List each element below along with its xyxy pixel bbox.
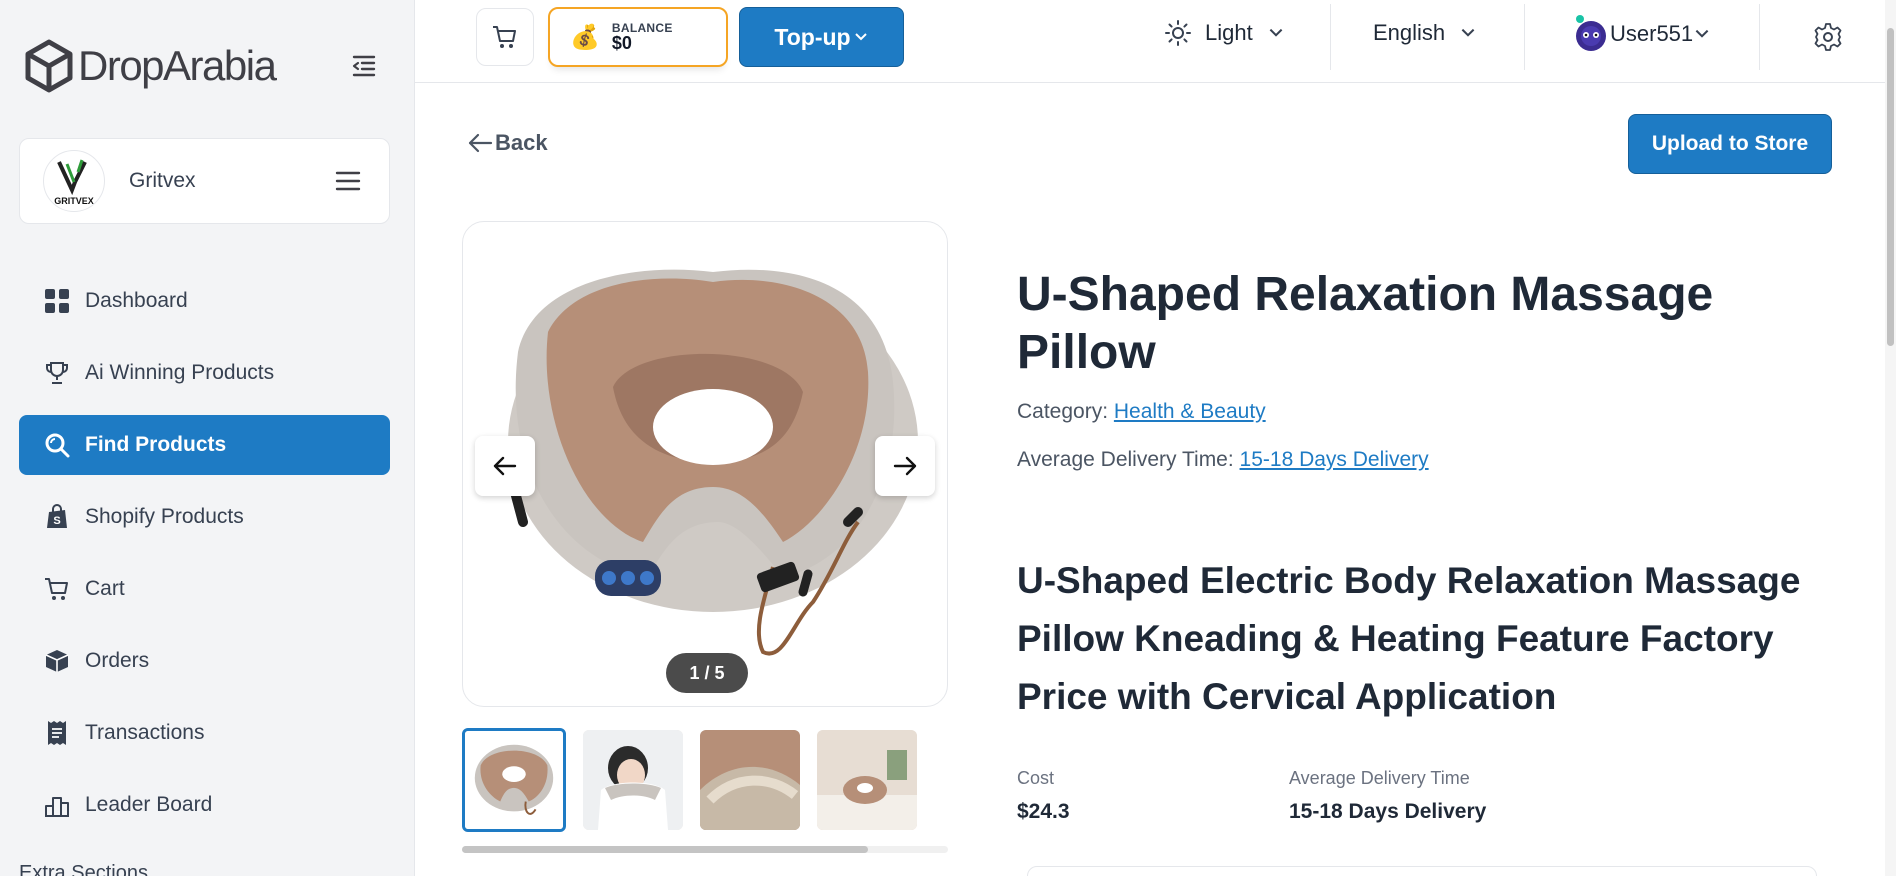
sidebar-item-label: Leader Board: [85, 793, 213, 816]
gritvex-logo-icon: GRITVEX: [54, 159, 94, 206]
cube-logo-icon: [25, 39, 73, 93]
sidebar-item-find-products[interactable]: Find Products: [19, 415, 390, 475]
sidebar-nav: Dashboard Ai Winning Products Find Produ…: [19, 271, 390, 847]
language-label: English: [1373, 20, 1446, 45]
user-label: User551: [1610, 21, 1694, 46]
header-divider: [1759, 4, 1760, 70]
theme-label: Light: [1205, 20, 1253, 45]
arrow-left-icon: [493, 456, 517, 476]
thumbnail-1[interactable]: [462, 728, 566, 832]
brand-logo[interactable]: DropArabia: [24, 38, 277, 94]
category-link[interactable]: Health & Beauty: [1114, 400, 1266, 423]
cost-label: Cost: [1017, 768, 1055, 788]
store-avatar: GRITVEX: [43, 150, 105, 212]
sidebar-item-label: Transactions: [85, 721, 205, 744]
thumbnail-2[interactable]: [583, 730, 683, 830]
language-selector[interactable]: English: [1373, 20, 1477, 46]
arrow-right-icon: [893, 456, 917, 476]
header-divider: [1330, 4, 1331, 70]
shopify-bag-icon: S: [43, 503, 71, 531]
thumbnail-scrollbar[interactable]: [462, 846, 948, 853]
topup-label: Top-up: [774, 23, 851, 50]
extra-sections-heading: Extra Sections: [19, 862, 148, 876]
receipt-icon: [43, 719, 71, 747]
thumbnail-3[interactable]: [700, 730, 800, 830]
sidebar-item-label: Shopify Products: [85, 505, 244, 528]
sidebar-item-label: Ai Winning Products: [85, 361, 275, 384]
avg-delivery-value: 15-18 Days Delivery: [1289, 800, 1487, 823]
topup-button[interactable]: Top-up: [739, 7, 904, 67]
main-content: Back Upload to Store 1 / 5 U-Shaped Rela…: [415, 84, 1885, 876]
back-link[interactable]: Back: [467, 130, 548, 156]
image-counter: 1 / 5: [666, 653, 748, 693]
header-cart-button[interactable]: [476, 8, 534, 66]
top-header: 💰 BALANCE $0 Top-up Light English User55…: [415, 0, 1896, 83]
app: DropArabia GRITVEX Gritvex Dashboard Ai …: [0, 0, 1896, 876]
delivery-link[interactable]: 15-18 Days Delivery: [1240, 448, 1429, 471]
cart-icon: [43, 575, 71, 603]
chevron-down-icon: [854, 33, 867, 41]
arrow-left-icon: [468, 133, 493, 153]
balance-amount: $0: [611, 32, 632, 53]
brand-name: DropArabia: [78, 42, 277, 89]
sidebar-item-leader-board[interactable]: Leader Board: [19, 775, 390, 835]
chevron-down-icon: [1461, 28, 1475, 37]
box-icon: [43, 647, 71, 675]
user-avatar-icon: [1576, 15, 1606, 51]
category-row: Category: Health & Beauty: [1017, 400, 1266, 424]
chevron-down-icon: [1695, 29, 1709, 38]
header-divider: [1524, 4, 1525, 70]
sidebar-item-label: Dashboard: [85, 289, 188, 312]
delivery-row: Average Delivery Time: 15-18 Days Delive…: [1017, 448, 1429, 472]
product-title: U-Shaped Relaxation Massage Pillow: [1017, 268, 1714, 379]
upload-to-store-button[interactable]: Upload to Store: [1628, 114, 1832, 174]
options-card: [1027, 866, 1817, 876]
gallery-prev-button[interactable]: [475, 436, 535, 496]
sidebar-item-dashboard[interactable]: Dashboard: [19, 271, 390, 331]
hamburger-menu-icon[interactable]: [335, 171, 361, 191]
trophy-icon: [43, 359, 71, 387]
collapse-sidebar-icon[interactable]: [350, 52, 378, 80]
money-bag-icon: 💰: [570, 23, 600, 51]
thumbnail-strip: [462, 728, 934, 832]
theme-selector[interactable]: Light: [1165, 20, 1285, 46]
sidebar-item-ai-winning-products[interactable]: Ai Winning Products: [19, 343, 390, 403]
avg-delivery-label: Average Delivery Time: [1289, 768, 1470, 788]
sidebar: DropArabia GRITVEX Gritvex Dashboard Ai …: [0, 0, 415, 876]
svg-text:GRITVEX: GRITVEX: [54, 196, 94, 206]
product-image-gallery: 1 / 5: [462, 221, 948, 707]
sidebar-item-label: Orders: [85, 649, 150, 672]
sidebar-item-label: Find Products: [85, 433, 227, 456]
sun-icon: [1165, 20, 1191, 46]
settings-gear-icon[interactable]: [1813, 22, 1843, 52]
svg-text:S: S: [53, 515, 60, 527]
sidebar-item-shopify-products[interactable]: S Shopify Products: [19, 487, 390, 547]
store-card[interactable]: GRITVEX Gritvex: [19, 138, 390, 224]
search-icon: [43, 431, 71, 459]
page-scrollbar[interactable]: [1885, 0, 1896, 876]
thumbnail-4[interactable]: [817, 730, 917, 830]
user-menu[interactable]: User551: [1572, 14, 1711, 54]
category-label: Category:: [1017, 400, 1109, 423]
balance-widget[interactable]: 💰 BALANCE $0: [548, 7, 728, 67]
cost-value: $24.3: [1017, 800, 1070, 823]
sidebar-item-cart[interactable]: Cart: [19, 559, 390, 619]
sidebar-item-orders[interactable]: Orders: [19, 631, 390, 691]
delivery-label: Average Delivery Time:: [1017, 448, 1234, 471]
cart-icon: [493, 26, 516, 48]
sidebar-item-label: Cart: [85, 577, 125, 600]
sidebar-item-transactions[interactable]: Transactions: [19, 703, 390, 763]
chevron-down-icon: [1269, 28, 1283, 37]
gallery-next-button[interactable]: [875, 436, 935, 496]
product-description: U-Shaped Electric Body Relaxation Massag…: [1017, 560, 1801, 717]
back-label: Back: [495, 130, 548, 155]
leaderboard-icon: [43, 791, 71, 819]
store-name: Gritvex: [129, 169, 196, 192]
grid-icon: [43, 287, 71, 315]
